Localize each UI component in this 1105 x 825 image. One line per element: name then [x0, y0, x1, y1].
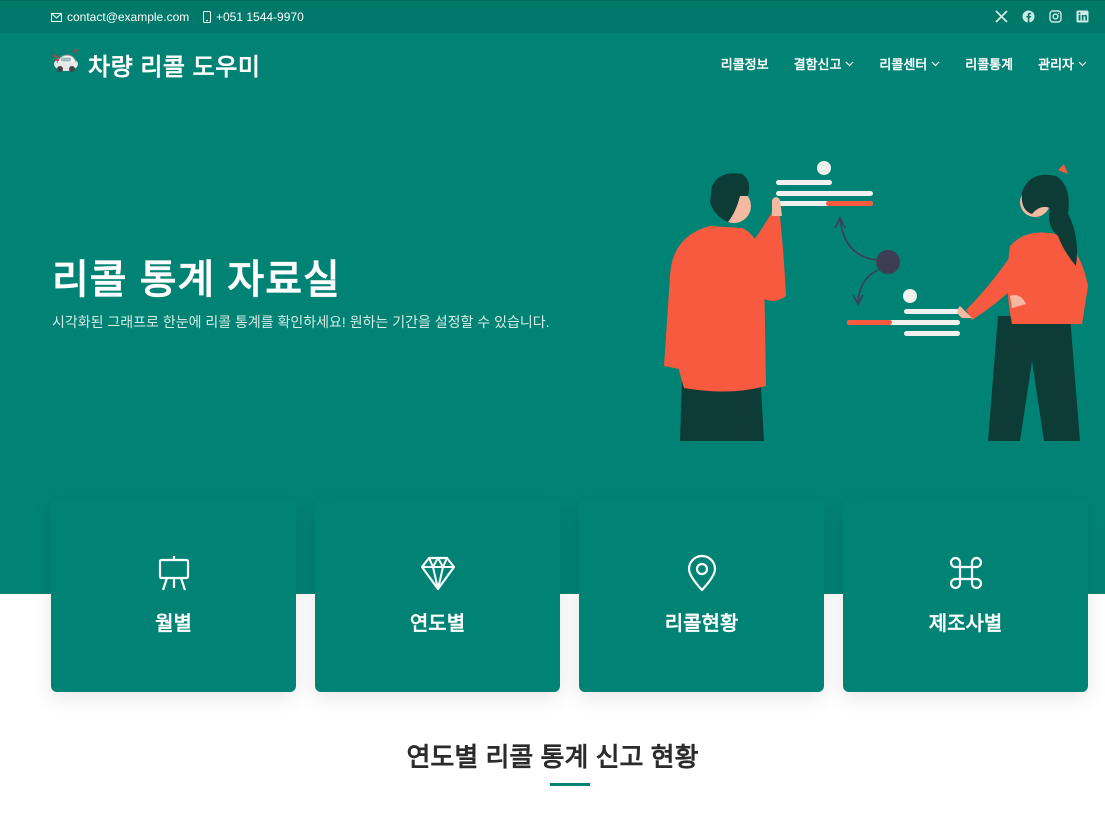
card-monthly[interactable]: 월별 — [51, 499, 296, 692]
nav-label: 리콜통계 — [965, 57, 1014, 72]
main-nav: 리콜정보 결함신고 리콜센터 리콜통계 관리자 — [721, 54, 1087, 73]
email-contact[interactable]: contact@example.com — [51, 10, 189, 24]
nav-recall-stats[interactable]: 리콜통계 — [965, 54, 1013, 73]
card-manufacturer[interactable]: 제조사별 — [843, 499, 1088, 692]
email-text: contact@example.com — [67, 10, 190, 24]
card-yearly[interactable]: 연도별 — [315, 499, 560, 692]
main-header: 차량 리콜 도우미 리콜정보 결함신고 리콜센터 리콜통계 관리자 — [0, 33, 1105, 91]
nav-label: 결함신고 — [793, 57, 842, 72]
section-title: 연도별 리콜 통계 신고 현황 — [406, 742, 699, 772]
hero-subtitle: 시각화된 그래프로 한눈에 리콜 통계를 확인하세요! 원하는 기간을 설정할 … — [52, 314, 550, 330]
instagram-icon[interactable] — [1049, 10, 1062, 23]
hero-illustration — [664, 161, 1088, 441]
phone-contact[interactable]: +051 1544-9970 — [203, 10, 304, 24]
top-bar: contact@example.com +051 1544-9970 — [0, 0, 1105, 33]
command-icon — [947, 554, 985, 592]
chevron-down-icon — [1078, 61, 1087, 67]
hero-title: 리콜 통계 자료실 — [52, 258, 341, 302]
nav-label: 리콜센터 — [879, 57, 928, 72]
site-logo[interactable]: 차량 리콜 도우미 — [52, 47, 260, 82]
nav-admin[interactable]: 관리자 — [1038, 54, 1087, 73]
card-label: 월별 — [155, 613, 192, 635]
gem-icon — [419, 554, 457, 592]
chevron-down-icon — [931, 61, 940, 67]
card-label: 리콜현황 — [664, 613, 739, 635]
card-label: 연도별 — [409, 613, 466, 635]
nav-label: 관리자 — [1038, 57, 1074, 72]
card-recall-status[interactable]: 리콜현황 — [579, 499, 824, 692]
phone-text: +051 1544-9970 — [216, 10, 304, 24]
facebook-icon[interactable] — [1022, 10, 1035, 23]
x-icon[interactable] — [995, 10, 1008, 23]
nav-defect-report[interactable]: 결함신고 — [794, 54, 855, 73]
nav-recall-info[interactable]: 리콜정보 — [721, 54, 769, 73]
card-label: 제조사별 — [928, 613, 1003, 635]
brand-name: 차량 리콜 도우미 — [88, 54, 261, 81]
social-links — [995, 10, 1089, 23]
car-logo-icon — [52, 49, 80, 80]
map-pin-icon — [683, 554, 721, 592]
nav-recall-center[interactable]: 리콜센터 — [879, 54, 940, 73]
nav-label: 리콜정보 — [720, 57, 769, 72]
chevron-down-icon — [845, 61, 854, 67]
linkedin-icon[interactable] — [1076, 10, 1089, 23]
easel-icon — [155, 554, 193, 592]
envelope-icon — [51, 12, 62, 22]
section-title-underline — [550, 783, 590, 786]
phone-icon — [203, 11, 211, 23]
